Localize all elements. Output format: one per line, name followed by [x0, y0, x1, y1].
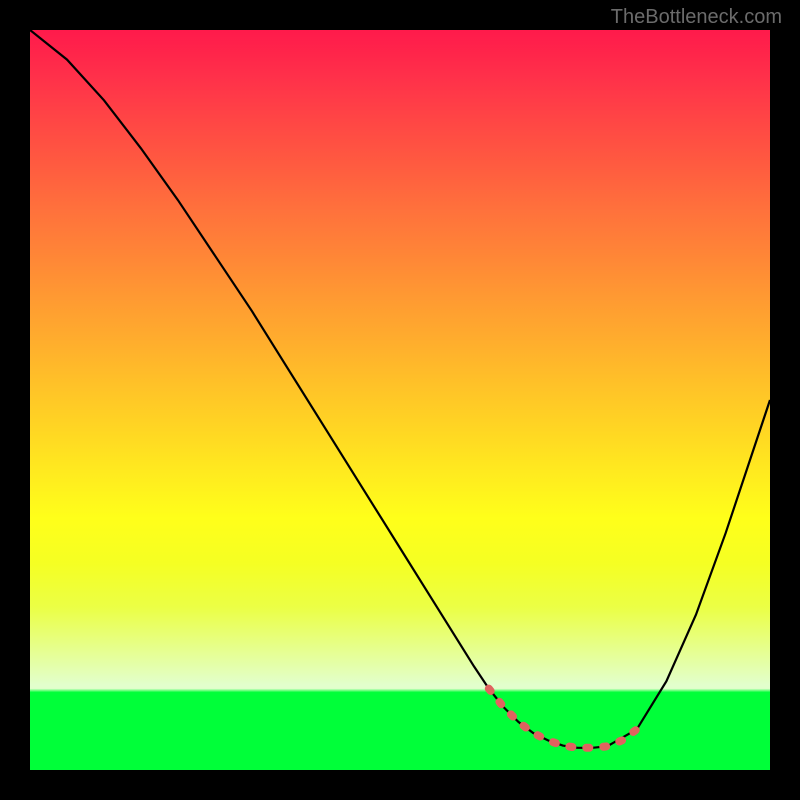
- attribution-text: TheBottleneck.com: [611, 6, 782, 29]
- highlight-segment-path: [489, 689, 637, 748]
- chart-plot-area: [30, 30, 770, 770]
- bottleneck-curve-path: [30, 30, 770, 748]
- chart-curves: [30, 30, 770, 770]
